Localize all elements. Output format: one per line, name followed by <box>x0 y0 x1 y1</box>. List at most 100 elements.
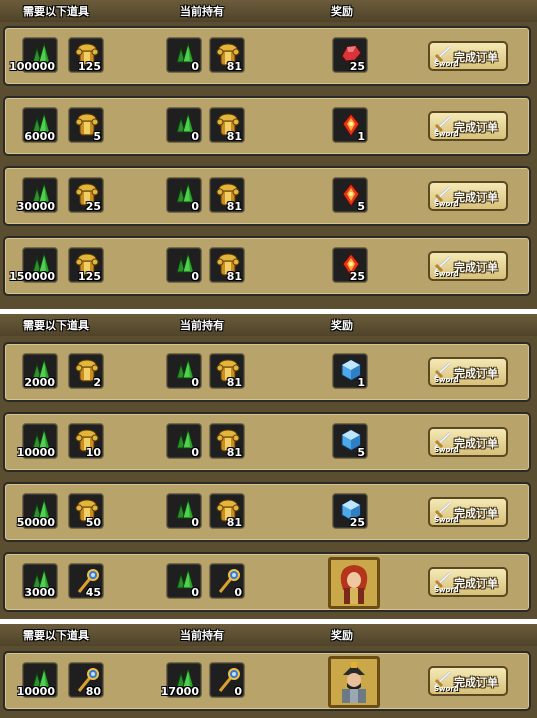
order-row: 6000 5 0 81 1 完成订单 Sword <box>3 96 531 156</box>
section-header: 需要以下道具 当前持有 奖励 <box>0 314 537 336</box>
complete-order-label: 完成订单 <box>454 261 498 274</box>
item-count: 5 <box>357 446 365 459</box>
item-count: 6000 <box>24 130 55 143</box>
complete-order-button[interactable]: 完成订单 Sword <box>428 111 508 141</box>
item-count: 100000 <box>9 60 55 73</box>
sword-label: Sword <box>434 130 459 138</box>
section-header: 需要以下道具 当前持有 奖励 <box>0 0 537 22</box>
complete-order-label: 完成订单 <box>454 676 498 689</box>
item-count: 50000 <box>16 516 55 529</box>
required-item-slot: 50000 <box>17 493 58 529</box>
order-section: 需要以下道具 当前持有 奖励 10000 80 17000 0 完成订单 Sword <box>0 624 537 718</box>
complete-order-label: 完成订单 <box>454 121 498 134</box>
complete-order-button[interactable]: 完成订单 Sword <box>428 181 508 211</box>
order-row: 50000 50 0 81 25 完成订单 Sword <box>3 482 531 542</box>
item-count: 81 <box>226 516 242 529</box>
item-count: 3000 <box>24 586 55 599</box>
header-owned: 当前持有 <box>180 629 224 642</box>
item-count: 0 <box>191 586 199 599</box>
armored-general-portrait <box>331 659 377 709</box>
complete-order-label: 完成订单 <box>454 367 498 380</box>
item-count: 1 <box>357 376 365 389</box>
header-owned: 当前持有 <box>180 5 224 18</box>
item-count: 1 <box>357 130 365 143</box>
item-count: 81 <box>226 270 242 283</box>
complete-order-button[interactable]: 完成订单 Sword <box>428 41 508 71</box>
sword-label: Sword <box>434 200 459 208</box>
required-item-slot: 3000 <box>22 563 58 599</box>
item-count: 10 <box>85 446 101 459</box>
order-row: 30000 25 0 81 5 完成订单 Sword <box>3 166 531 226</box>
item-count: 5 <box>357 200 365 213</box>
reward-item-slot: 5 <box>332 423 368 459</box>
complete-order-label: 完成订单 <box>454 191 498 204</box>
reward-item-slot: 25 <box>332 37 368 73</box>
item-count: 17000 <box>160 685 199 698</box>
owned-item-slot: 81 <box>209 177 245 213</box>
required-item-slot: 45 <box>68 563 104 599</box>
item-count: 25 <box>85 200 101 213</box>
order-section: 需要以下道具 当前持有 奖励 100000 125 0 81 25 完成订单 Sword 6000 5… <box>0 0 537 309</box>
required-item-slot: 2000 <box>22 353 58 389</box>
required-item-slot: 2 <box>68 353 104 389</box>
owned-item-slot: 81 <box>209 37 245 73</box>
complete-order-label: 完成订单 <box>454 437 498 450</box>
item-count: 81 <box>226 130 242 143</box>
order-row: 3000 45 0 0 完成订单 Sword <box>3 552 531 612</box>
order-row: 10000 80 17000 0 完成订单 Sword <box>3 651 531 711</box>
owned-item-slot: 81 <box>209 353 245 389</box>
header-required: 需要以下道具 <box>23 319 89 332</box>
owned-item-slot: 0 <box>166 107 202 143</box>
owned-item-slot: 81 <box>209 423 245 459</box>
owned-item-slot: 0 <box>166 247 202 283</box>
item-count: 81 <box>226 446 242 459</box>
order-row: 10000 10 0 81 5 完成订单 Sword <box>3 412 531 472</box>
complete-order-label: 完成订单 <box>454 507 498 520</box>
item-count: 81 <box>226 200 242 213</box>
item-count: 0 <box>191 60 199 73</box>
owned-item-slot: 0 <box>209 662 245 698</box>
header-reward: 奖励 <box>331 629 353 642</box>
item-count: 0 <box>191 130 199 143</box>
header-required: 需要以下道具 <box>23 5 89 18</box>
header-reward: 奖励 <box>331 319 353 332</box>
item-count: 0 <box>234 685 242 698</box>
reward-hero-portrait <box>328 557 380 609</box>
item-count: 10000 <box>16 685 55 698</box>
complete-order-button[interactable]: 完成订单 Sword <box>428 357 508 387</box>
reward-item-slot: 5 <box>332 177 368 213</box>
item-count: 0 <box>191 516 199 529</box>
owned-item-slot: 0 <box>166 177 202 213</box>
complete-order-button[interactable]: 完成订单 Sword <box>428 666 508 696</box>
required-item-slot: 30000 <box>17 177 58 213</box>
owned-item-slot: 81 <box>209 247 245 283</box>
order-section: 需要以下道具 当前持有 奖励 2000 2 0 81 1 完成订单 Sword 10000 10 0 81… <box>0 314 537 619</box>
reward-item-slot: 25 <box>332 247 368 283</box>
complete-order-button[interactable]: 完成订单 Sword <box>428 567 508 597</box>
complete-order-button[interactable]: 完成订单 Sword <box>428 497 508 527</box>
required-item-slot: 10000 <box>17 662 58 698</box>
item-count: 125 <box>78 270 101 283</box>
complete-order-button[interactable]: 完成订单 Sword <box>428 427 508 457</box>
owned-item-slot: 81 <box>209 493 245 529</box>
owned-item-slot: 0 <box>166 563 202 599</box>
sword-label: Sword <box>434 586 459 594</box>
reward-item-slot: 25 <box>332 493 368 529</box>
required-item-slot: 25 <box>68 177 104 213</box>
reward-item-slot: 1 <box>332 107 368 143</box>
owned-item-slot: 0 <box>209 563 245 599</box>
owned-item-slot: 0 <box>166 423 202 459</box>
owned-item-slot: 0 <box>166 493 202 529</box>
complete-order-button[interactable]: 完成订单 Sword <box>428 251 508 281</box>
item-count: 0 <box>191 270 199 283</box>
reward-hero-portrait <box>328 656 380 708</box>
required-item-slot: 150000 <box>9 247 58 283</box>
section-header: 需要以下道具 当前持有 奖励 <box>0 624 537 646</box>
owned-item-slot: 81 <box>209 107 245 143</box>
item-count: 2000 <box>24 376 55 389</box>
sword-label: Sword <box>434 446 459 454</box>
sword-label: Sword <box>434 516 459 524</box>
required-item-slot: 50 <box>68 493 104 529</box>
sword-label: Sword <box>434 60 459 68</box>
required-item-slot: 5 <box>68 107 104 143</box>
